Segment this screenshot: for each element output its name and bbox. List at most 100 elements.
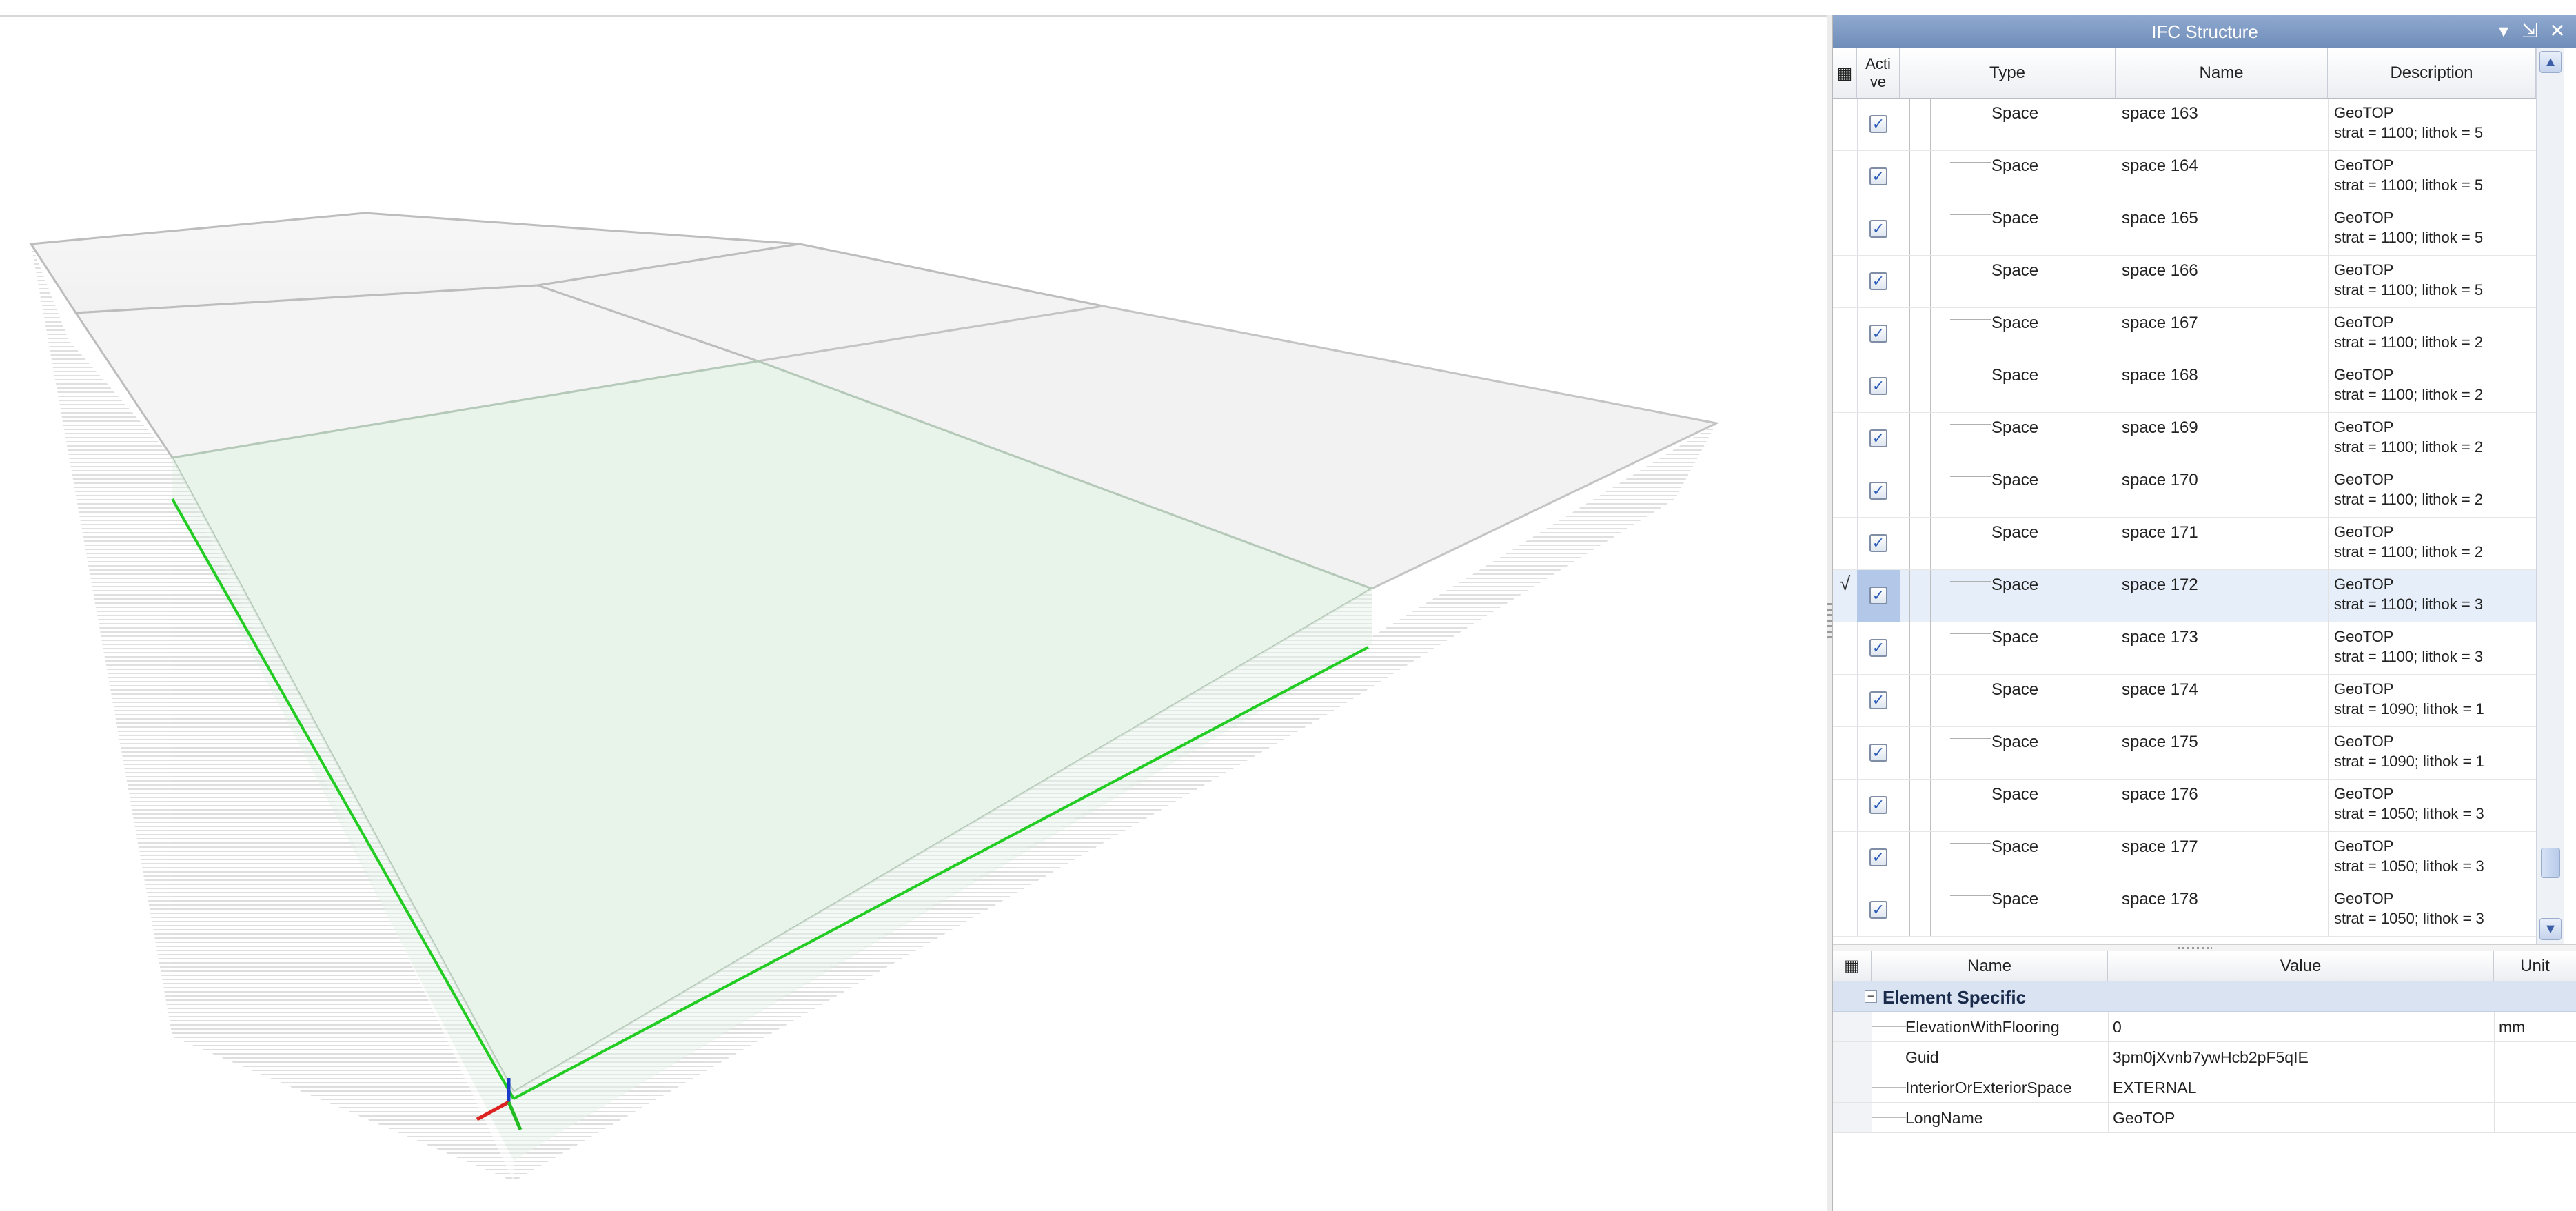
active-cell[interactable]: ✓ bbox=[1857, 413, 1900, 465]
active-cell[interactable]: ✓ bbox=[1857, 151, 1900, 203]
active-cell[interactable]: ✓ bbox=[1857, 622, 1900, 674]
active-cell[interactable]: ✓ bbox=[1857, 727, 1900, 779]
column-header-active[interactable]: Acti ve bbox=[1857, 48, 1900, 99]
table-row[interactable]: ✓ Space space 163 GeoTOP strat = 1100; litho… bbox=[1833, 99, 2536, 151]
tree-branch bbox=[1950, 633, 1991, 634]
column-header-description[interactable]: Description bbox=[2328, 48, 2536, 99]
tree-branch bbox=[1950, 424, 1991, 425]
tree-branch bbox=[1950, 319, 1991, 320]
active-checkbox[interactable]: ✓ bbox=[1869, 796, 1887, 814]
tree-guides bbox=[1900, 884, 1940, 936]
description-cell: GeoTOP strat = 1050; lithok = 3 bbox=[2328, 884, 2536, 937]
name-cell: space 176 bbox=[2116, 780, 2322, 826]
description-line-1: GeoTOP bbox=[2334, 733, 2394, 750]
collapse-icon[interactable]: − bbox=[1865, 990, 1877, 1003]
property-value[interactable]: 3pm0jXvnb7ywHcb2pF5qIE bbox=[2108, 1042, 2494, 1072]
close-icon[interactable]: ✕ bbox=[2546, 19, 2569, 43]
active-checkbox[interactable]: ✓ bbox=[1869, 639, 1887, 657]
model-canvas[interactable] bbox=[0, 17, 1827, 1211]
table-row[interactable]: ✓ Space space 176 GeoTOP strat = 1050; litho… bbox=[1833, 780, 2536, 832]
table-row[interactable]: ✓ Space space 165 GeoTOP strat = 1100; litho… bbox=[1833, 203, 2536, 256]
active-checkbox[interactable]: ✓ bbox=[1869, 220, 1887, 238]
properties-column-chooser-icon[interactable]: ▦ bbox=[1833, 951, 1872, 981]
table-row[interactable]: ✓ Space space 169 GeoTOP strat = 1100; litho… bbox=[1833, 413, 2536, 465]
table-row[interactable]: ✓ Space space 166 GeoTOP strat = 1100; litho… bbox=[1833, 256, 2536, 308]
properties-header-value[interactable]: Value bbox=[2108, 951, 2494, 981]
table-row[interactable]: ✓ Space space 167 GeoTOP strat = 1100; litho… bbox=[1833, 308, 2536, 360]
table-row[interactable]: ✓ Space space 170 GeoTOP strat = 1100; litho… bbox=[1833, 465, 2536, 518]
description-cell: GeoTOP strat = 1100; lithok = 3 bbox=[2328, 570, 2536, 622]
active-checkbox[interactable]: ✓ bbox=[1869, 587, 1887, 604]
table-row[interactable]: ✓ Space space 178 GeoTOP strat = 1050; litho… bbox=[1833, 884, 2536, 937]
property-unit: mm bbox=[2494, 1012, 2576, 1041]
tree-guides bbox=[1900, 413, 1940, 465]
active-checkbox[interactable]: ✓ bbox=[1869, 272, 1887, 290]
active-cell[interactable]: ✓ bbox=[1857, 884, 1900, 936]
scroll-down-icon[interactable]: ▼ bbox=[2539, 918, 2562, 940]
table-row[interactable]: ✓ Space space 177 GeoTOP strat = 1050; litho… bbox=[1833, 832, 2536, 884]
type-cell: Space bbox=[1991, 366, 2039, 385]
property-value[interactable]: 0 bbox=[2108, 1012, 2494, 1041]
table-row[interactable]: √ ✓ Space space 172 GeoTOP strat = 1100; lith… bbox=[1833, 570, 2536, 622]
description-cell: GeoTOP strat = 1100; lithok = 2 bbox=[2328, 413, 2536, 465]
active-cell[interactable]: ✓ bbox=[1857, 832, 1900, 884]
active-cell[interactable]: ✓ bbox=[1857, 518, 1900, 569]
table-row[interactable]: ✓ Space space 164 GeoTOP strat = 1100; litho… bbox=[1833, 151, 2536, 203]
active-checkbox[interactable]: ✓ bbox=[1869, 167, 1887, 185]
3d-viewport[interactable] bbox=[0, 17, 1827, 1211]
active-checkbox[interactable]: ✓ bbox=[1869, 901, 1887, 919]
table-row[interactable]: ✓ Space space 173 GeoTOP strat = 1100; litho… bbox=[1833, 622, 2536, 675]
active-cell[interactable]: ✓ bbox=[1857, 99, 1900, 150]
property-row[interactable]: Guid 3pm0jXvnb7ywHcb2pF5qIE bbox=[1833, 1042, 2576, 1072]
property-value[interactable]: EXTERNAL bbox=[2108, 1072, 2494, 1102]
property-value[interactable]: GeoTOP bbox=[2108, 1103, 2494, 1132]
ifc-structure-panel: IFC Structure ▾ ⇲ ✕ ▦ Acti ve Type Name … bbox=[1832, 15, 2576, 1211]
column-header-name[interactable]: Name bbox=[2116, 48, 2328, 99]
active-checkbox[interactable]: ✓ bbox=[1869, 744, 1887, 762]
description-line-2: strat = 1100; lithok = 5 bbox=[2334, 176, 2484, 194]
active-checkbox[interactable]: ✓ bbox=[1869, 482, 1887, 500]
description-cell: GeoTOP strat = 1100; lithok = 2 bbox=[2328, 308, 2536, 360]
active-cell[interactable]: ✓ bbox=[1857, 203, 1900, 255]
active-cell[interactable]: ✓ bbox=[1857, 780, 1900, 831]
table-row[interactable]: ✓ Space space 171 GeoTOP strat = 1100; litho… bbox=[1833, 518, 2536, 570]
active-cell[interactable]: ✓ bbox=[1857, 360, 1900, 412]
column-header-type[interactable]: Type bbox=[1900, 48, 2116, 99]
property-row[interactable]: InteriorOrExteriorSpace EXTERNAL bbox=[1833, 1072, 2576, 1103]
tree-guides bbox=[1900, 256, 1940, 307]
row-indicator bbox=[1833, 832, 1858, 884]
active-checkbox[interactable]: ✓ bbox=[1869, 848, 1887, 866]
dropdown-icon[interactable]: ▾ bbox=[2492, 19, 2515, 43]
table-row[interactable]: ✓ Space space 174 GeoTOP strat = 1090; litho… bbox=[1833, 675, 2536, 727]
active-cell[interactable]: ✓ bbox=[1857, 570, 1900, 622]
description-cell: GeoTOP strat = 1100; lithok = 5 bbox=[2328, 99, 2536, 151]
active-checkbox[interactable]: ✓ bbox=[1869, 534, 1887, 552]
column-chooser-icon[interactable]: ▦ bbox=[1833, 48, 1857, 99]
vertical-scrollbar[interactable]: ▲ ▼ bbox=[2536, 48, 2564, 944]
type-cell: Space bbox=[1991, 523, 2039, 542]
splitter-grip-icon[interactable] bbox=[1827, 603, 1832, 638]
description-line-1: GeoTOP bbox=[2334, 156, 2394, 174]
name-cell: space 168 bbox=[2116, 360, 2322, 407]
property-row[interactable]: LongName GeoTOP bbox=[1833, 1103, 2576, 1133]
active-cell[interactable]: ✓ bbox=[1857, 256, 1900, 307]
pin-icon[interactable]: ⇲ bbox=[2518, 19, 2542, 43]
table-row[interactable]: ✓ Space space 168 GeoTOP strat = 1100; litho… bbox=[1833, 360, 2536, 413]
name-cell: space 175 bbox=[2116, 727, 2322, 774]
active-cell[interactable]: ✓ bbox=[1857, 308, 1900, 360]
properties-header-name[interactable]: Name bbox=[1872, 951, 2108, 981]
active-cell[interactable]: ✓ bbox=[1857, 675, 1900, 726]
active-checkbox[interactable]: ✓ bbox=[1869, 325, 1887, 343]
active-checkbox[interactable]: ✓ bbox=[1869, 115, 1887, 133]
active-checkbox[interactable]: ✓ bbox=[1869, 377, 1887, 395]
scroll-thumb[interactable] bbox=[2541, 848, 2560, 878]
active-checkbox[interactable]: ✓ bbox=[1869, 691, 1887, 709]
table-row[interactable]: ✓ Space space 175 GeoTOP strat = 1090; litho… bbox=[1833, 727, 2536, 780]
scroll-up-icon[interactable]: ▲ bbox=[2539, 51, 2562, 73]
property-row[interactable]: ElevationWithFlooring 0 mm bbox=[1833, 1012, 2576, 1042]
properties-header-unit[interactable]: Unit bbox=[2494, 951, 2576, 981]
active-checkbox[interactable]: ✓ bbox=[1869, 429, 1887, 447]
description-cell: GeoTOP strat = 1050; lithok = 3 bbox=[2328, 832, 2536, 884]
active-cell[interactable]: ✓ bbox=[1857, 465, 1900, 517]
category-element-specific[interactable]: − Element Specific bbox=[1833, 981, 2576, 1012]
